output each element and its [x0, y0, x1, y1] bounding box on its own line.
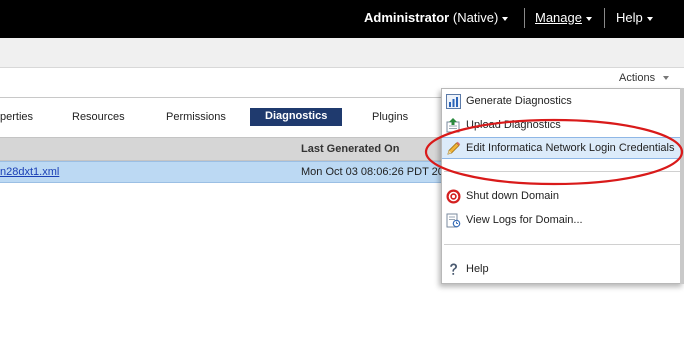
- pencil-icon: [447, 141, 461, 155]
- help-menu[interactable]: Help: [616, 10, 653, 25]
- manage-menu[interactable]: Manage: [535, 10, 592, 25]
- menu-item-label: Upload Diagnostics: [466, 119, 561, 131]
- menu-item-label: Generate Diagnostics: [466, 95, 572, 107]
- chevron-down-icon: [585, 16, 592, 21]
- user-menu[interactable]: Administrator (Native): [364, 10, 509, 25]
- user-domain: (Native): [452, 10, 499, 25]
- menu-item-upload-diagnostics[interactable]: Upload Diagnostics: [442, 115, 683, 137]
- menu-item-help[interactable]: Help: [442, 259, 683, 281]
- menu-divider: [444, 171, 681, 172]
- actions-menu-button[interactable]: Actions: [619, 72, 670, 84]
- shutdown-icon: [446, 189, 461, 204]
- scrollbar[interactable]: [680, 88, 684, 284]
- chevron-down-icon: [663, 76, 670, 81]
- column-header-last-generated[interactable]: Last Generated On: [301, 143, 399, 155]
- menu-item-generate-diagnostics[interactable]: Generate Diagnostics: [442, 91, 683, 113]
- tab-permissions[interactable]: Permissions: [166, 111, 226, 123]
- menu-item-shut-down-domain[interactable]: Shut down Domain: [442, 186, 683, 208]
- diagnostics-file-link[interactable]: n28dxt1.xml: [0, 166, 59, 178]
- actions-dropdown-menu: Generate Diagnostics Upload Diagnostics …: [441, 88, 684, 284]
- chart-icon: [446, 94, 461, 109]
- menu-item-label: View Logs for Domain...: [466, 214, 583, 226]
- toolbar-strip: [0, 38, 684, 68]
- tab-diagnostics[interactable]: Diagnostics: [250, 108, 343, 126]
- chevron-down-icon: [502, 16, 509, 21]
- upload-icon: [446, 118, 460, 133]
- actions-label: Actions: [619, 72, 656, 84]
- user-name: Administrator: [364, 10, 450, 25]
- menu-item-edit-network-credentials[interactable]: Edit Informatica Network Login Credentia…: [442, 137, 683, 159]
- tab-properties[interactable]: perties: [0, 111, 33, 123]
- header-divider: [604, 8, 605, 28]
- menu-item-label: Shut down Domain: [466, 190, 559, 202]
- menu-item-view-logs[interactable]: View Logs for Domain...: [442, 210, 683, 232]
- logs-icon: [446, 213, 461, 228]
- help-icon: [450, 263, 457, 275]
- menu-item-label: Edit Informatica Network Login Credentia…: [466, 142, 675, 154]
- menu-divider: [444, 244, 681, 245]
- chevron-down-icon: [646, 16, 653, 21]
- help-label: Help: [616, 10, 643, 25]
- last-generated-date: Mon Oct 03 08:06:26 PDT 20: [301, 166, 444, 178]
- menu-item-label: Help: [466, 263, 489, 275]
- tab-resources[interactable]: Resources: [72, 111, 125, 123]
- tab-plugins[interactable]: Plugins: [372, 111, 408, 123]
- manage-label: Manage: [535, 10, 582, 25]
- top-header-bar: Administrator (Native) Manage Help: [0, 0, 684, 38]
- header-divider: [524, 8, 525, 28]
